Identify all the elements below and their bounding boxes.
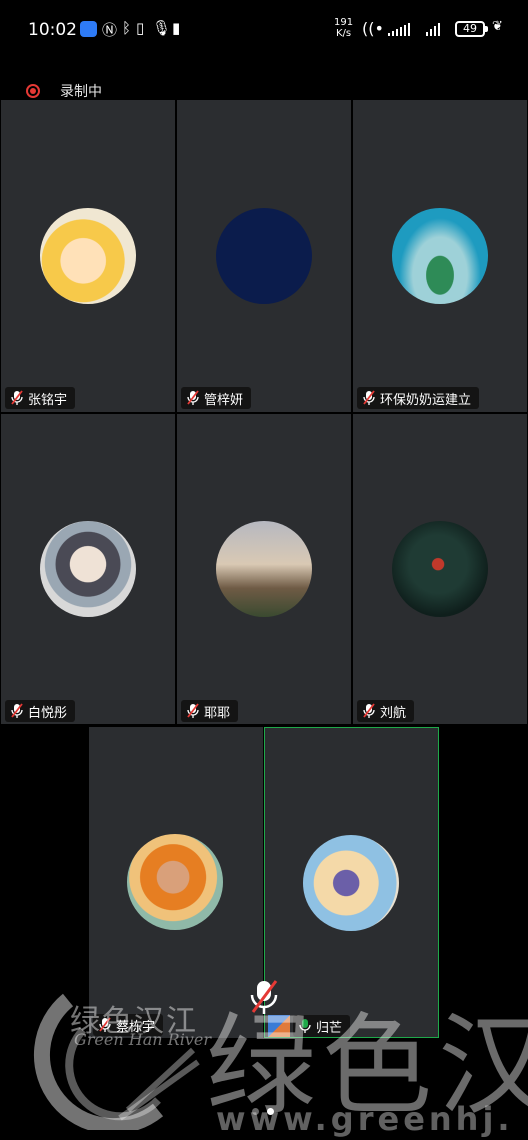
participant-tile[interactable]: 白悦彤 bbox=[1, 414, 175, 724]
mic-muted-icon bbox=[363, 390, 375, 405]
plant-vase-avatar bbox=[392, 208, 488, 304]
mic-muted-icon bbox=[11, 390, 23, 405]
signal-icon bbox=[388, 22, 410, 36]
leaf-icon: ❦ bbox=[492, 19, 503, 34]
mic-muted-icon bbox=[187, 703, 199, 718]
page-dot[interactable] bbox=[252, 1108, 259, 1115]
participant-name-tag: 张铭宇 bbox=[5, 387, 76, 409]
mic-muted-icon bbox=[187, 390, 199, 405]
recording-indicator[interactable]: 录制中 bbox=[26, 81, 102, 101]
vibrate-icon: ▮ bbox=[172, 19, 181, 37]
anime-girl-avatar bbox=[40, 521, 136, 617]
flower-photo-avatar bbox=[392, 521, 488, 617]
recording-label: 录制中 bbox=[60, 84, 102, 100]
participant-name: 刘航 bbox=[380, 705, 407, 721]
mic-icon: 🎙 bbox=[152, 19, 172, 37]
participant-name: 白悦彤 bbox=[28, 705, 68, 721]
participant-name: 环保奶奶运建立 bbox=[380, 392, 472, 408]
participant-name-tag: 环保奶奶运建立 bbox=[357, 387, 480, 409]
meme-face-avatar bbox=[127, 834, 223, 930]
participant-name-tag: 管梓妍 bbox=[181, 387, 252, 409]
clock: 10:02 bbox=[28, 20, 77, 40]
vibrate-icon: ▯ bbox=[136, 19, 145, 37]
participant-name-tag: 耶耶 bbox=[181, 700, 239, 722]
page-dot-current[interactable] bbox=[267, 1108, 274, 1115]
network-speed: 191 K/s bbox=[334, 17, 354, 39]
participant-tile[interactable]: 管梓妍 bbox=[177, 100, 351, 412]
watermark-text-en: Green Han River bbox=[74, 1030, 211, 1049]
participant-name-tag: 白悦彤 bbox=[5, 700, 76, 722]
status-bar: 10:02 Ⓝ ᛒ ▯ 🎙 ▮ 191 K/s ((• 49 ❦ bbox=[0, 0, 528, 62]
bluetooth-icon: ᛒ bbox=[122, 19, 132, 37]
person-photo-avatar bbox=[216, 521, 312, 617]
participant-tile[interactable]: 张铭宇 bbox=[1, 100, 175, 412]
battery-icon: 49 bbox=[455, 21, 488, 37]
dark-blue-avatar bbox=[216, 208, 312, 304]
signal-icon bbox=[426, 22, 440, 36]
participant-name: 张铭宇 bbox=[28, 392, 68, 408]
participant-name: 管梓妍 bbox=[204, 392, 244, 408]
hotspot-icon: ((• bbox=[362, 19, 384, 38]
participant-tile[interactable]: 环保奶奶运建立 bbox=[353, 100, 527, 412]
participant-tile[interactable]: 耶耶 bbox=[177, 414, 351, 724]
illustration-avatar bbox=[303, 835, 399, 931]
page-indicator[interactable] bbox=[252, 1108, 274, 1115]
participant-tile[interactable]: 刘航 bbox=[353, 414, 527, 724]
mic-muted-icon bbox=[11, 703, 23, 718]
watermark-url: www.greenhj. bbox=[216, 1100, 514, 1138]
app-icon bbox=[80, 21, 97, 37]
participant-name: 耶耶 bbox=[204, 705, 231, 721]
nfc-icon: Ⓝ bbox=[102, 21, 118, 39]
cartoon-boy-avatar bbox=[40, 208, 136, 304]
record-icon bbox=[26, 84, 40, 98]
participant-name-tag: 刘航 bbox=[357, 700, 415, 722]
mic-muted-icon bbox=[363, 703, 375, 718]
